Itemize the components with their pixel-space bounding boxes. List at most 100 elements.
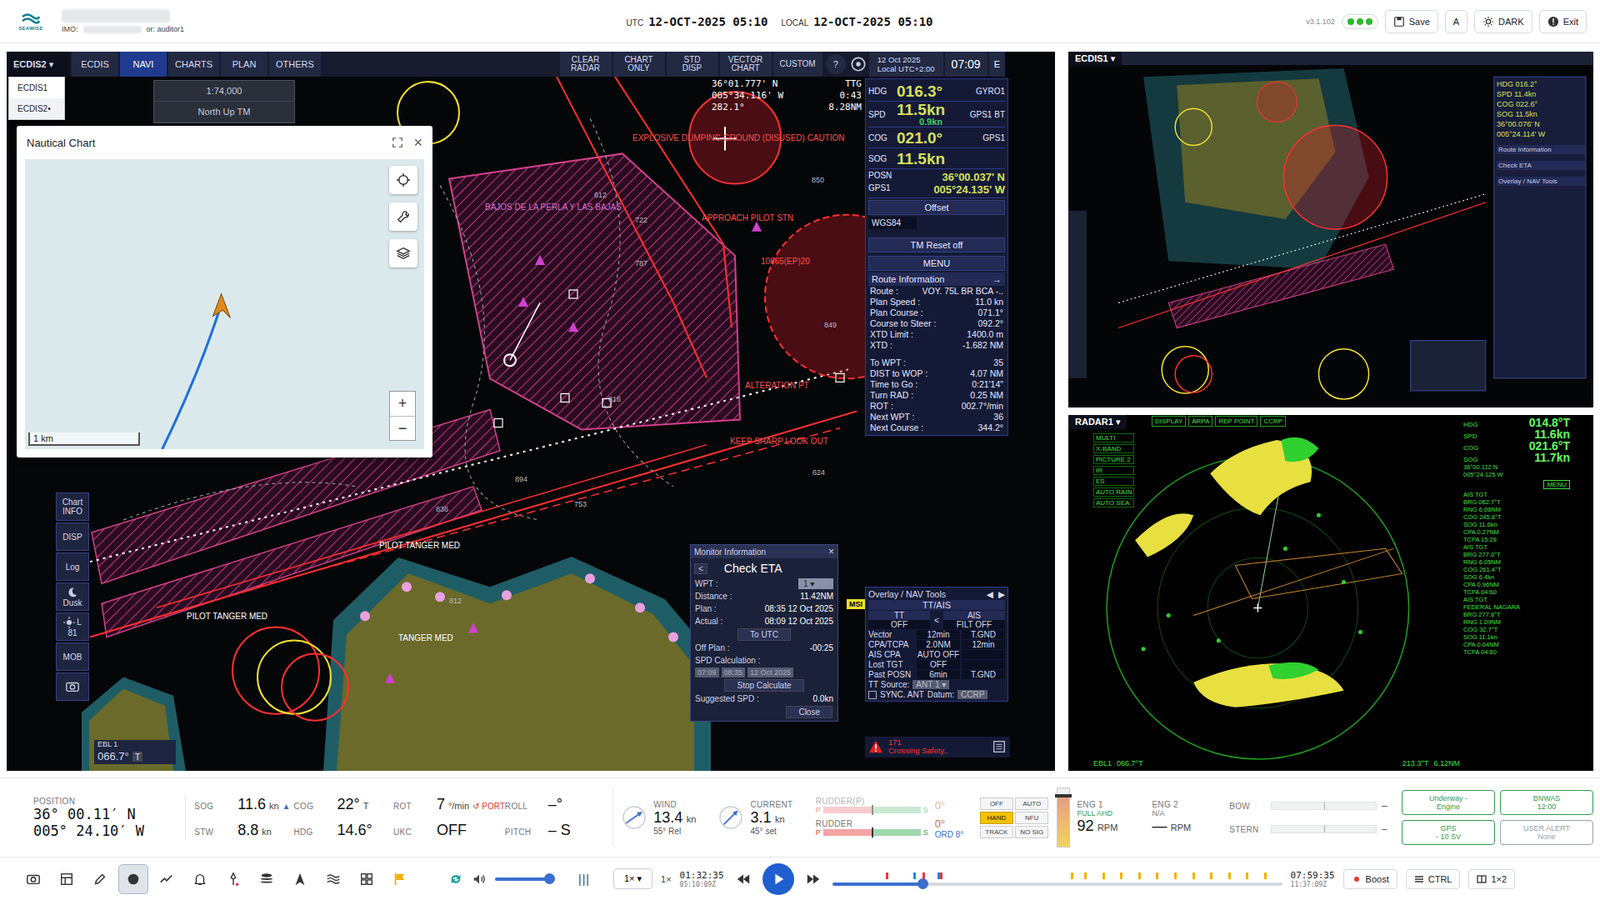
back-button[interactable]: < (694, 563, 708, 575)
stop-calculate-button[interactable]: Stop Calculate (724, 679, 804, 692)
offset-button[interactable]: Offset (868, 200, 1005, 215)
camera-tool[interactable] (18, 864, 49, 895)
table-tool[interactable] (51, 864, 82, 895)
close-button[interactable]: × (828, 545, 835, 558)
close-button[interactable]: Close (785, 705, 833, 719)
radar-menu-item[interactable]: ARPA (1188, 415, 1213, 427)
steering-mode-button[interactable]: NFU (1015, 811, 1049, 825)
toolbar-button[interactable]: Boost (1343, 869, 1398, 890)
telegraph-gauge[interactable] (1056, 787, 1070, 848)
menu-tab[interactable]: ECDIS (71, 51, 119, 77)
ecdis-selector[interactable]: ECDIS2 ▾ (6, 51, 70, 77)
nav-arrow[interactable]: ◀ (986, 589, 994, 600)
expand-icon[interactable] (391, 136, 404, 149)
ebl-readout[interactable]: EBL 1066.7°T (94, 740, 176, 765)
display-action[interactable]: CHART ONLY (613, 51, 665, 77)
help-button[interactable]: ? (825, 54, 846, 75)
alert-bar[interactable]: 171Crossing Safety.. (865, 736, 1010, 758)
locate-button[interactable] (389, 165, 418, 195)
plain-button[interactable]: A (1445, 10, 1468, 34)
ais-toggle[interactable]: FILT OFF (943, 620, 1005, 630)
menu-tab[interactable]: NAVI (120, 51, 167, 77)
rewind-button[interactable] (732, 868, 755, 890)
msi-badge[interactable]: MSI (846, 599, 865, 610)
sidebar-button[interactable]: Dusk (55, 582, 90, 611)
orientation[interactable]: North Up TM (154, 101, 295, 123)
radar-setting[interactable]: X-BAND (1093, 444, 1135, 454)
overlay-row[interactable]: AIS CPAAUTO OFF (868, 650, 1005, 660)
spd-field[interactable]: 07:09 (695, 667, 720, 678)
arrow-tool[interactable] (285, 864, 315, 895)
layers-tool[interactable] (251, 864, 282, 895)
tm-reset-button[interactable]: TM Reset off (868, 237, 1005, 253)
bell-tool[interactable] (185, 864, 215, 895)
radar-setting[interactable]: MULTI (1093, 433, 1135, 443)
sidebar-button[interactable]: Chart INFO (55, 492, 90, 521)
steering-mode-button[interactable]: AUTO (1015, 797, 1049, 810)
nav-arrow[interactable]: ▶ (998, 589, 1005, 600)
display-action[interactable]: CLEAR RADAR (560, 51, 612, 77)
sidebar-button[interactable]: L81 (55, 612, 90, 641)
pen-tool[interactable] (85, 864, 115, 895)
sidebar-button[interactable] (55, 672, 90, 701)
volume-icon[interactable] (471, 871, 487, 887)
radar-menu-item[interactable]: REP POINT (1215, 415, 1258, 427)
timeline-slider[interactable] (832, 872, 1283, 886)
mini-map[interactable]: + − 1 km (25, 159, 425, 450)
steering-mode-button[interactable]: OFF (980, 797, 1014, 810)
wpt-select[interactable]: 1 ▾ (798, 578, 834, 590)
radar-setting[interactable]: PICTURE 2 (1093, 455, 1135, 465)
pin-tool[interactable] (218, 864, 249, 895)
trend-tool[interactable] (151, 864, 182, 895)
sidebar-button[interactable]: Log (55, 552, 90, 581)
spd-field[interactable]: 12 Oct 2025 (747, 667, 794, 678)
globe-tool[interactable] (118, 864, 149, 895)
play-button[interactable] (762, 863, 795, 895)
scale-value[interactable]: 1:74,000 (154, 80, 295, 102)
radar-menu-item[interactable]: DISPLAY (1151, 415, 1186, 427)
overlay-row[interactable]: Past POSN6minT.GND (868, 670, 1005, 680)
steering-mode-button[interactable]: NO SIG (1015, 825, 1049, 839)
dropdown-item[interactable]: ECDIS2• (9, 98, 65, 120)
close-button[interactable]: × (413, 134, 423, 152)
menu-button[interactable]: MENU (868, 255, 1005, 271)
flag-tool[interactable] (385, 864, 415, 895)
waves-tool[interactable] (318, 864, 349, 895)
tt-toggle[interactable]: OFF (868, 620, 930, 630)
layers-button[interactable] (389, 239, 418, 268)
radar-setting[interactable]: AUTO SEA (1093, 498, 1135, 508)
tools-button[interactable] (389, 202, 418, 231)
panel-label[interactable]: RADAR1 ▾ (1068, 415, 1127, 430)
sync-icon[interactable] (448, 871, 464, 887)
spd-field[interactable]: 08:35 (721, 667, 746, 678)
radar1-panel[interactable]: RADAR1 ▾ DISPLAYARPAREP POINTCCRP MULTIX… (1068, 415, 1594, 771)
overlay-row[interactable]: CPA/TCPA2.0NM12min (868, 640, 1005, 650)
radar-setting[interactable]: IR (1093, 465, 1135, 475)
steering-mode-button[interactable]: TRACK (980, 825, 1014, 839)
menu-tab[interactable]: PLAN (220, 51, 268, 77)
steering-mode-button[interactable]: HAND (980, 811, 1014, 825)
radar-menu-item[interactable]: CCRP (1260, 415, 1286, 427)
theme-button[interactable]: DARK (1474, 10, 1533, 34)
panel-label[interactable]: ECDIS1 ▾ (1068, 51, 1122, 66)
overlay-row[interactable]: Lost TGTOFF (868, 660, 1005, 670)
exit-button[interactable]: Exit (1539, 10, 1587, 34)
swap-button[interactable]: < (931, 615, 942, 625)
speed-select[interactable]: 1× ▾ (613, 868, 653, 890)
save-button[interactable]: Save (1385, 10, 1439, 34)
sync-checkbox[interactable] (868, 690, 877, 700)
to-utc-button[interactable]: To UTC (737, 628, 791, 641)
display-action[interactable]: CUSTOM (773, 51, 823, 77)
radar-setting[interactable]: AUTO RAIN (1093, 487, 1135, 497)
route-info-header[interactable]: Route Information→ (868, 272, 1005, 286)
ecdis1-panel[interactable]: ECDIS1 ▾ HDG 016.2°SPD 11.4knCOG 022.6°S… (1068, 51, 1594, 408)
forward-button[interactable] (802, 868, 825, 890)
menu-tab[interactable]: CHARTS (168, 51, 220, 77)
display-action[interactable]: VECTOR CHART (720, 51, 772, 77)
sidebar-button[interactable]: MOB (55, 642, 90, 671)
menu-tab[interactable]: OTHERS (269, 51, 321, 77)
radar-setting[interactable]: ES (1093, 476, 1135, 486)
radar-menu-button[interactable]: MENU (1543, 480, 1570, 490)
dropdown-item[interactable]: ECDIS1 (9, 77, 65, 99)
settings-icon[interactable] (849, 55, 868, 74)
